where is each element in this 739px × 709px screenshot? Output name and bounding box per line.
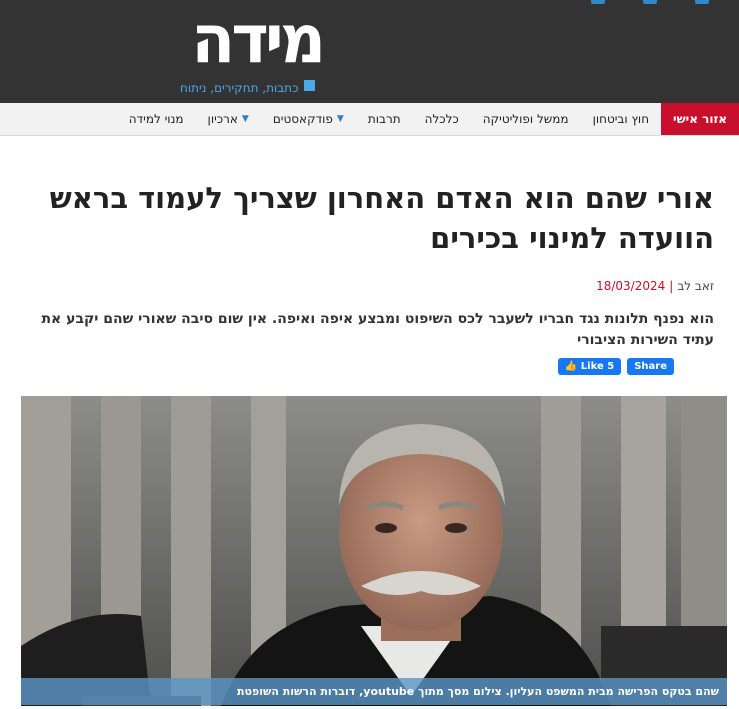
chevron-down-icon: ▼ [336, 114, 344, 124]
judge-photo [21, 396, 727, 706]
site-header: מידה כתבות, תחקירים, ניתוח [0, 0, 739, 103]
nav-label: ארכיון [207, 112, 238, 126]
like-icon: 👍 [564, 361, 578, 372]
nav-label: כלכלה [424, 112, 459, 126]
nav-label: פודקאסטים [272, 112, 333, 126]
nav-item-economy[interactable]: כלכלה [413, 103, 471, 135]
nav-item-podcasts[interactable]: פודקאסטים ▼ [261, 103, 356, 135]
nav-item-subscribe[interactable]: מנוי למידה [117, 103, 196, 135]
image-caption: שהם בטקס הפרישה מבית המשפט העליון. צילום… [21, 678, 727, 705]
nav-label: חוץ וביטחון [592, 112, 650, 126]
nav-label: אזור אישי [673, 112, 727, 126]
nav-item-government-politics[interactable]: ממשל ופוליטיקה [471, 103, 581, 135]
logo-tagline: כתבות, תחקירים, ניתוח [180, 81, 299, 95]
facebook-like-button[interactable]: 👍 Like 5 [557, 358, 622, 375]
nav-label: ממשל ופוליטיקה [482, 112, 569, 126]
article-title: אורי שהם הוא האדם האחרון שצריך לעמוד ברא… [49, 181, 714, 255]
social-links [591, 0, 709, 4]
author-name[interactable]: זאב לב [677, 279, 714, 293]
nav-label: תרבות [367, 112, 401, 126]
article-lead: הוא נפנף תלונות נגד חבריו לשעבר לכס השיפ… [41, 311, 714, 348]
like-label: Like 5 [580, 361, 615, 372]
main-nav: אזור אישי חוץ וביטחון ממשל ופוליטיקה כלכ… [0, 103, 739, 136]
facebook-buttons: 👍 Like 5 Share [557, 358, 674, 375]
logo-wordmark: מידה [191, 1, 326, 79]
social-icon[interactable] [695, 0, 709, 4]
social-icon[interactable] [643, 0, 657, 4]
facebook-share-button[interactable]: Share [627, 358, 674, 375]
meta-separator: | [669, 279, 674, 293]
nav-item-personal-area[interactable]: אזור אישי [661, 103, 739, 135]
social-icon[interactable] [591, 0, 605, 4]
nav-item-foreign-security[interactable]: חוץ וביטחון [581, 103, 661, 135]
site-logo[interactable]: מידה כתבות, תחקירים, ניתוח [180, 2, 330, 100]
chevron-down-icon: ▼ [241, 114, 249, 124]
article-meta: זאב לב|18/03/2024 [596, 279, 714, 293]
logo-square [304, 80, 315, 91]
article-image [21, 396, 727, 706]
nav-item-archive[interactable]: ארכיון ▼ [196, 103, 261, 135]
nav-item-culture[interactable]: תרבות [356, 103, 413, 135]
publish-date: 18/03/2024 [596, 279, 666, 293]
nav-label: מנוי למידה [128, 112, 184, 126]
